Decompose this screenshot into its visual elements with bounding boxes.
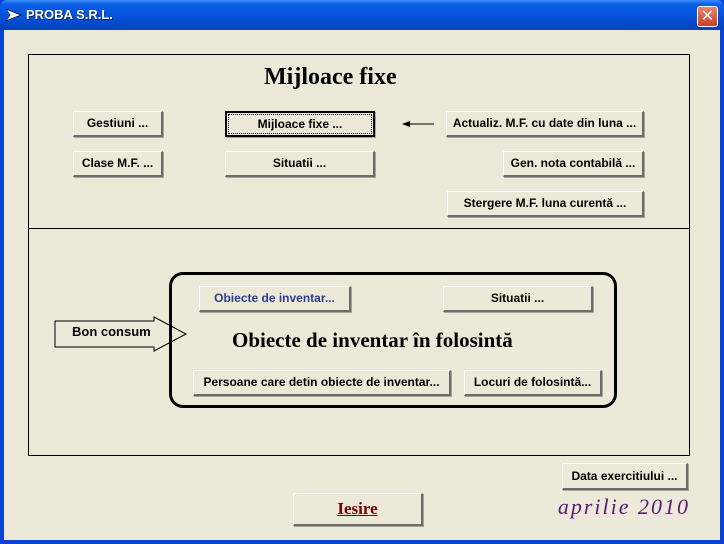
- clase-mf-button[interactable]: Clase M.F. ...: [73, 151, 163, 177]
- data-exercitiului-button[interactable]: Data exercitiului ...: [562, 463, 688, 490]
- situatii-inventar-button[interactable]: Situatii ...: [443, 286, 593, 312]
- section-divider: [28, 228, 690, 229]
- locuri-folosinta-button[interactable]: Locuri de folosintă...: [464, 370, 602, 396]
- obiecte-inventar-button[interactable]: Obiecte de inventar...: [199, 286, 351, 312]
- situatii-mf-button[interactable]: Situatii ...: [225, 151, 375, 177]
- title-bar[interactable]: PROBA S.R.L. ✕: [0, 0, 724, 30]
- actualiz-mf-button[interactable]: Actualiz. M.F. cu date din luna ...: [446, 111, 644, 137]
- window-title: PROBA S.R.L.: [26, 7, 113, 22]
- app-icon: [6, 9, 22, 21]
- mijloace-fixe-button[interactable]: Mijloace fixe ...: [225, 111, 375, 137]
- client-area: Mijloace fixe Gestiuni ... Mijloace fixe…: [4, 30, 720, 540]
- close-icon: ✕: [700, 6, 715, 25]
- iesire-button[interactable]: Iesire: [293, 493, 423, 526]
- stergere-mf-button[interactable]: Stergere M.F. luna curentă ...: [447, 191, 644, 217]
- close-button[interactable]: ✕: [697, 6, 718, 27]
- bon-consum-label[interactable]: Bon consum: [72, 324, 172, 339]
- gen-nota-contabila-button[interactable]: Gen. nota contabilă ...: [503, 151, 644, 177]
- persoane-button[interactable]: Persoane care detin obiecte de inventar.…: [193, 370, 451, 396]
- gestiuni-button[interactable]: Gestiuni ...: [73, 111, 163, 137]
- inventory-heading: Obiecte de inventar în folosintă: [232, 328, 513, 352]
- period-label: aprilie 2010: [557, 494, 690, 519]
- arrow-left-icon: [402, 121, 434, 127]
- app-window: PROBA S.R.L. ✕ Mijloace fixe Gestiuni ..…: [0, 0, 724, 544]
- fixed-assets-heading: Mijloace fixe: [264, 64, 397, 90]
- iesire-label: Iesire: [337, 499, 378, 518]
